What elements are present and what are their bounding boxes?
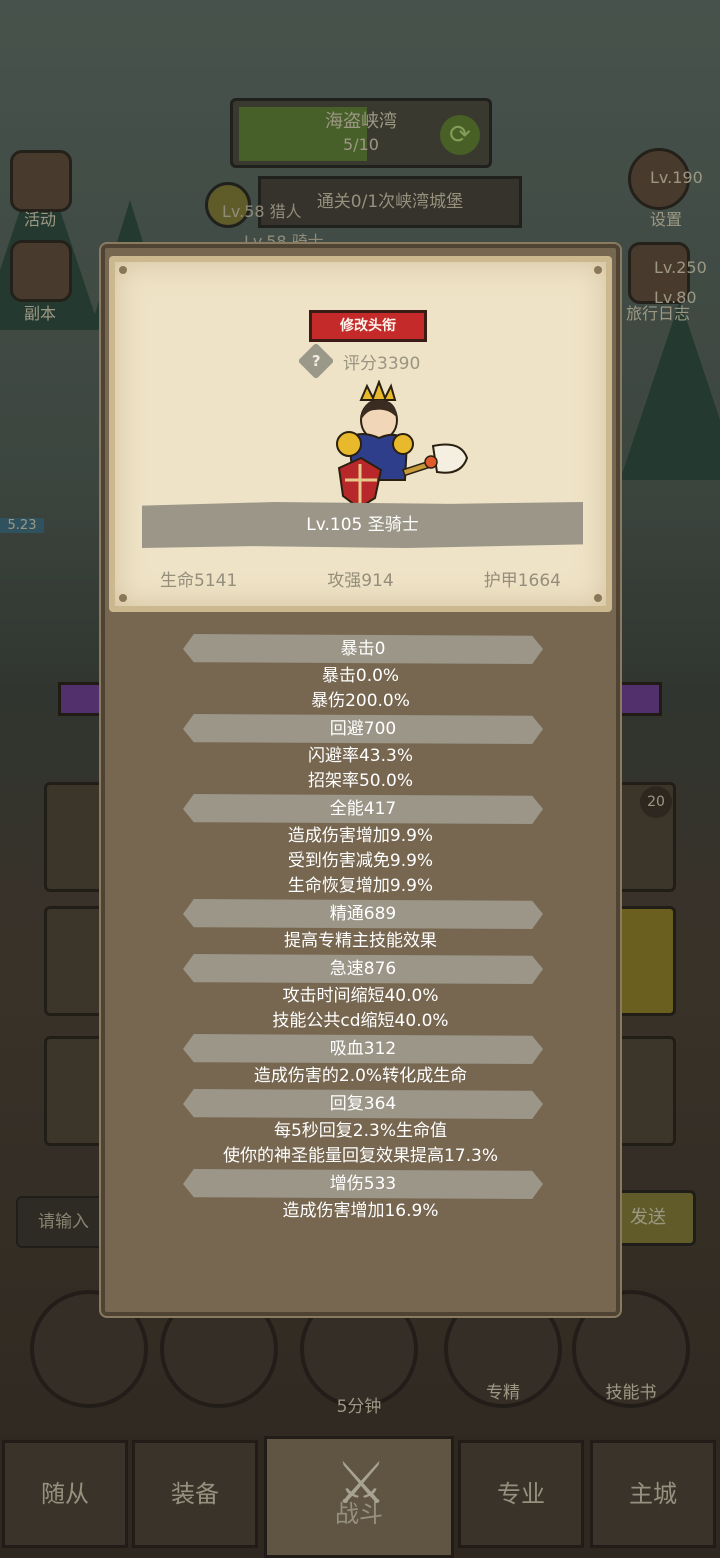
attribute-detail: 暴伤200.0%	[311, 691, 410, 711]
stat-attack-power: 攻强914	[327, 571, 394, 591]
attribute-header-regen: 回复364	[183, 1089, 543, 1119]
attribute-header-damage-bonus: 增伤533	[183, 1169, 543, 1199]
stat-armor: 护甲1664	[483, 571, 561, 591]
rivet	[119, 266, 127, 274]
score-value: 评分3390	[343, 353, 421, 374]
attribute-detail: 生命恢复增加9.9%	[287, 876, 434, 896]
attribute-header-avoidance: 回避700	[183, 714, 543, 744]
attribute-detail: 闪避率43.3%	[307, 746, 413, 766]
paladin-avatar	[336, 380, 469, 510]
attribute-header-versatility: 全能417	[183, 794, 543, 824]
rivet	[594, 266, 602, 274]
hero-name-bar: Lv.105 圣骑士	[142, 502, 583, 548]
attribute-detail: 技能公共cd缩短40.0%	[272, 1011, 449, 1031]
rivet	[119, 594, 127, 602]
attribute-detail: 造成伤害的2.0%转化成生命	[253, 1066, 468, 1086]
rivet	[594, 594, 602, 602]
base-stats-row: 生命5141 攻强914 护甲1664	[115, 566, 606, 591]
stat-health: 生命5141	[160, 571, 238, 591]
attribute-header-haste: 急速876	[183, 954, 543, 984]
character-card: 修改头衔 ? 评分3390 Lv.105 圣骑士 生命5141 攻强914 护甲…	[109, 256, 612, 612]
help-icon[interactable]: ?	[297, 342, 335, 380]
attribute-detail: 攻击时间缩短40.0%	[282, 986, 439, 1006]
attribute-detail: 提高专精主技能效果	[284, 931, 437, 951]
rename-title-button[interactable]: 修改头衔	[309, 310, 427, 342]
character-stats-panel: 修改头衔 ? 评分3390 Lv.105 圣骑士 生命5141 攻强914 护甲…	[101, 244, 620, 1316]
attribute-detail: 受到伤害减免9.9%	[287, 851, 434, 871]
attribute-detail: 每5秒回复2.3%生命值	[273, 1121, 447, 1141]
attribute-list: 暴击0 暴击0.0% 暴伤200.0% 回避700 闪避率43.3% 招架率50…	[105, 634, 616, 1224]
attribute-header-mastery: 精通689	[183, 899, 543, 929]
attribute-detail: 造成伤害增加9.9%	[287, 826, 434, 846]
attribute-header-lifesteal: 吸血312	[183, 1034, 543, 1064]
attribute-detail: 暴击0.0%	[321, 666, 400, 686]
attribute-header-crit: 暴击0	[183, 634, 543, 664]
attribute-detail: 造成伤害增加16.9%	[282, 1201, 439, 1221]
attribute-detail: 使你的神圣能量回复效果提高17.3%	[222, 1146, 498, 1166]
attribute-detail: 招架率50.0%	[307, 771, 413, 791]
score-row: ? 评分3390	[297, 342, 421, 380]
